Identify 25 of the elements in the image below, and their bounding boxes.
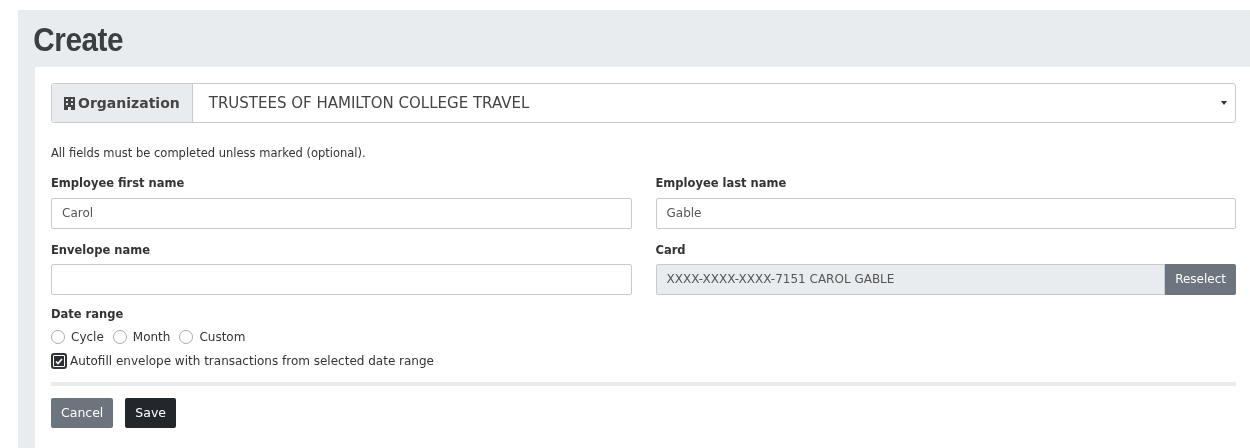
card-field[interactable]: XXXX-XXXX-XXXX-7151 CAROL GABLE: [655, 263, 1166, 295]
building-icon: [64, 96, 75, 110]
reselect-button[interactable]: Reselect: [1165, 263, 1236, 295]
instruction-text: All fields must be completed unless marked (optional).: [51, 145, 367, 162]
organization-value: TRUSTEES OF HAMILTON COLLEGE TRAVEL: [208, 92, 530, 114]
radio-label: Cycle: [71, 329, 104, 346]
input-field[interactable]: Gable: [655, 197, 1236, 229]
field-label: Card: [655, 241, 686, 259]
cancel-button[interactable]: Cancel: [51, 398, 114, 428]
field-label: Employee first name: [51, 175, 185, 193]
checkbox-label: Autofill envelope with transactions from selected date range: [70, 353, 434, 370]
radio-label: Month: [132, 329, 171, 346]
caret-icon: [1221, 101, 1227, 105]
check-icon: [55, 357, 63, 365]
input-field[interactable]: Carol: [51, 197, 632, 229]
save-button[interactable]: Save: [125, 398, 177, 428]
field-label: Date range: [51, 305, 124, 323]
organization-label: Organization: [78, 93, 180, 113]
checkbox[interactable]: [51, 353, 67, 369]
page-title: Create: [32, 20, 125, 60]
field-label: Envelope name: [51, 241, 150, 259]
radio-label: Custom: [199, 329, 246, 346]
organization-select[interactable]: Organization TRUSTEES OF HAMILTON COLLEGE TRAVEL: [51, 83, 1236, 123]
field-label: Employee last name: [655, 175, 787, 193]
input-field[interactable]: [51, 263, 632, 295]
